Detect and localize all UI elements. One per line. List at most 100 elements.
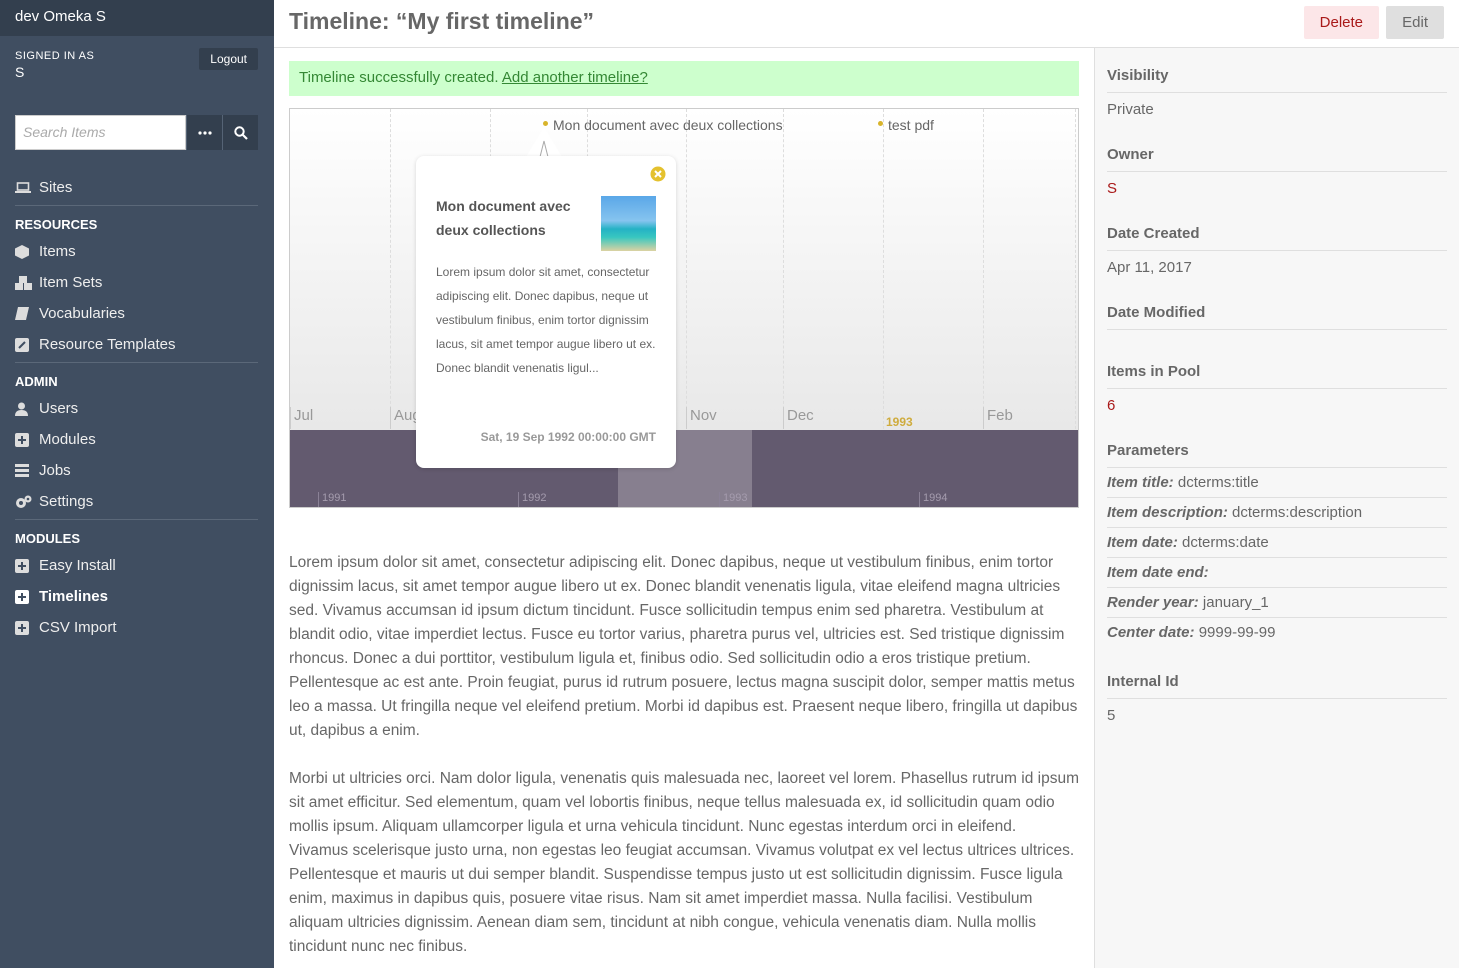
success-message: Timeline successfully created. Add anoth… bbox=[289, 61, 1079, 96]
plus-square-icon bbox=[15, 558, 39, 573]
bubble-title: Mon document avec deux collections bbox=[436, 198, 571, 238]
timeline-band-upper[interactable]: Jul Aug Nov Dec Feb 1993 Mon document av… bbox=[290, 109, 1078, 430]
search-button[interactable] bbox=[222, 115, 258, 150]
nav-items-label: Items bbox=[39, 243, 76, 260]
nav-users[interactable]: Users bbox=[15, 393, 258, 424]
success-text: Timeline successfully created. bbox=[299, 69, 499, 86]
event-dot-icon bbox=[543, 121, 548, 126]
advanced-search-button[interactable] bbox=[186, 115, 222, 150]
user-icon bbox=[15, 402, 39, 416]
month-label: Jul bbox=[290, 407, 313, 429]
nav-item-sets-label: Item Sets bbox=[39, 274, 103, 291]
main-nav: Sites Resources Items Item Sets Vocabula… bbox=[15, 172, 258, 643]
nav-divider bbox=[15, 362, 258, 363]
delete-button[interactable]: Delete bbox=[1303, 6, 1379, 39]
search-icon bbox=[233, 125, 248, 140]
grid-line bbox=[883, 109, 884, 429]
parameter-row: Render year: january_1 bbox=[1107, 588, 1447, 618]
nav-easy-install-label: Easy Install bbox=[39, 557, 116, 574]
year-tick: 1991 bbox=[318, 492, 346, 507]
nav-csv-import[interactable]: CSV Import bbox=[15, 612, 258, 643]
date-modified-heading: Date Modified bbox=[1107, 304, 1447, 330]
visibility-value: Private bbox=[1107, 101, 1154, 118]
nav-settings[interactable]: Settings bbox=[15, 486, 258, 517]
nav-admin-header: Admin bbox=[15, 374, 58, 389]
nav-modules-header: Modules bbox=[15, 531, 80, 546]
nav-easy-install[interactable]: Easy Install bbox=[15, 550, 258, 581]
parameter-key: Center date: bbox=[1107, 624, 1195, 641]
nav-items[interactable]: Items bbox=[15, 236, 258, 267]
parameter-row: Item date end: bbox=[1107, 558, 1447, 588]
plus-square-icon bbox=[15, 620, 39, 635]
description-paragraph: Morbi ut ultricies orci. Nam dolor ligul… bbox=[289, 770, 1079, 955]
event-label: Mon document avec deux collections bbox=[553, 117, 783, 133]
cubes-icon bbox=[15, 275, 39, 290]
laptop-icon bbox=[15, 181, 39, 194]
nav-settings-label: Settings bbox=[39, 493, 94, 510]
timeline-event[interactable]: Mon document avec deux collections bbox=[543, 117, 783, 133]
nav-resource-templates-label: Resource Templates bbox=[39, 336, 176, 353]
timeline-band-lower[interactable]: 1991 1992 1993 1994 bbox=[290, 430, 1078, 507]
nav-item-sets[interactable]: Item Sets bbox=[15, 267, 258, 298]
nav-resource-templates[interactable]: Resource Templates bbox=[15, 329, 258, 360]
grid-line bbox=[983, 109, 984, 429]
parameter-value: dcterms:description bbox=[1232, 504, 1363, 521]
parameter-value: dcterms:title bbox=[1177, 474, 1259, 491]
grid-line bbox=[1075, 109, 1076, 429]
internal-id-value: 5 bbox=[1107, 707, 1116, 724]
cube-icon bbox=[15, 244, 39, 259]
nav-timelines-label: Timelines bbox=[39, 588, 108, 605]
year-tick: 1992 bbox=[518, 492, 546, 507]
edit-button[interactable]: Edit bbox=[1386, 6, 1444, 39]
month-label: Nov bbox=[686, 407, 717, 429]
nav-sites-label: Sites bbox=[39, 179, 73, 196]
grid-line bbox=[686, 109, 687, 429]
parameter-row: Item date: dcterms:date bbox=[1107, 528, 1447, 558]
event-bubble: Mon document avec deux collections Lorem… bbox=[416, 156, 676, 468]
site-brand[interactable]: dev Omeka S bbox=[0, 0, 274, 36]
month-label: Feb bbox=[983, 407, 1013, 429]
nav-divider bbox=[15, 519, 258, 520]
parameter-value: dcterms:date bbox=[1182, 534, 1269, 551]
list-icon bbox=[15, 464, 39, 477]
nav-csv-import-label: CSV Import bbox=[39, 619, 117, 636]
ellipsis-icon bbox=[197, 130, 212, 135]
owner-heading: Owner bbox=[1107, 146, 1447, 172]
parameter-key: Item date: bbox=[1107, 534, 1178, 551]
year-marker: 1993 bbox=[886, 415, 913, 429]
nav-timelines[interactable]: Timelines bbox=[15, 581, 258, 612]
parameters-heading: Parameters bbox=[1107, 442, 1447, 468]
edit-icon bbox=[15, 337, 39, 352]
gears-icon bbox=[15, 495, 39, 509]
parameter-row: Center date: 9999-99-99 bbox=[1107, 618, 1447, 648]
main-content: Timeline successfully created. Add anoth… bbox=[289, 61, 1079, 955]
book-icon bbox=[15, 307, 39, 320]
parameter-key: Item description: bbox=[1107, 504, 1228, 521]
plus-square-icon bbox=[15, 589, 39, 604]
items-in-pool-link[interactable]: 6 bbox=[1107, 397, 1447, 414]
logout-button[interactable]: Logout bbox=[199, 48, 258, 70]
parameter-key: Item date end: bbox=[1107, 564, 1209, 581]
nav-jobs[interactable]: Jobs bbox=[15, 455, 258, 486]
month-label: Dec bbox=[783, 407, 814, 429]
bubble-date: Sat, 19 Sep 1992 00:00:00 GMT bbox=[480, 430, 656, 444]
items-in-pool-heading: Items in Pool bbox=[1107, 363, 1447, 389]
timeline-widget[interactable]: Jul Aug Nov Dec Feb 1993 Mon document av… bbox=[289, 108, 1079, 508]
add-another-timeline-link[interactable]: Add another timeline? bbox=[502, 69, 648, 86]
close-icon[interactable] bbox=[650, 166, 666, 187]
page-header: Timeline: “My first timeline” Delete Edi… bbox=[274, 0, 1459, 48]
grid-line bbox=[783, 109, 784, 429]
owner-link[interactable]: S bbox=[1107, 180, 1447, 197]
event-dot-icon bbox=[878, 121, 883, 126]
page-title: Timeline: “My first timeline” bbox=[289, 8, 595, 34]
nav-modules[interactable]: Modules bbox=[15, 424, 258, 455]
nav-jobs-label: Jobs bbox=[39, 462, 71, 479]
nav-sites[interactable]: Sites bbox=[15, 172, 258, 203]
search-input[interactable]: Search Items bbox=[15, 115, 186, 150]
metadata-panel: Visibility Private Owner S Date Created … bbox=[1094, 48, 1459, 968]
event-label: test pdf bbox=[888, 117, 934, 133]
nav-vocabularies[interactable]: Vocabularies bbox=[15, 298, 258, 329]
sidebar: dev Omeka S Signed in as S Logout Search… bbox=[0, 0, 274, 968]
timeline-event[interactable]: test pdf bbox=[878, 117, 934, 133]
bubble-thumbnail bbox=[601, 196, 656, 251]
